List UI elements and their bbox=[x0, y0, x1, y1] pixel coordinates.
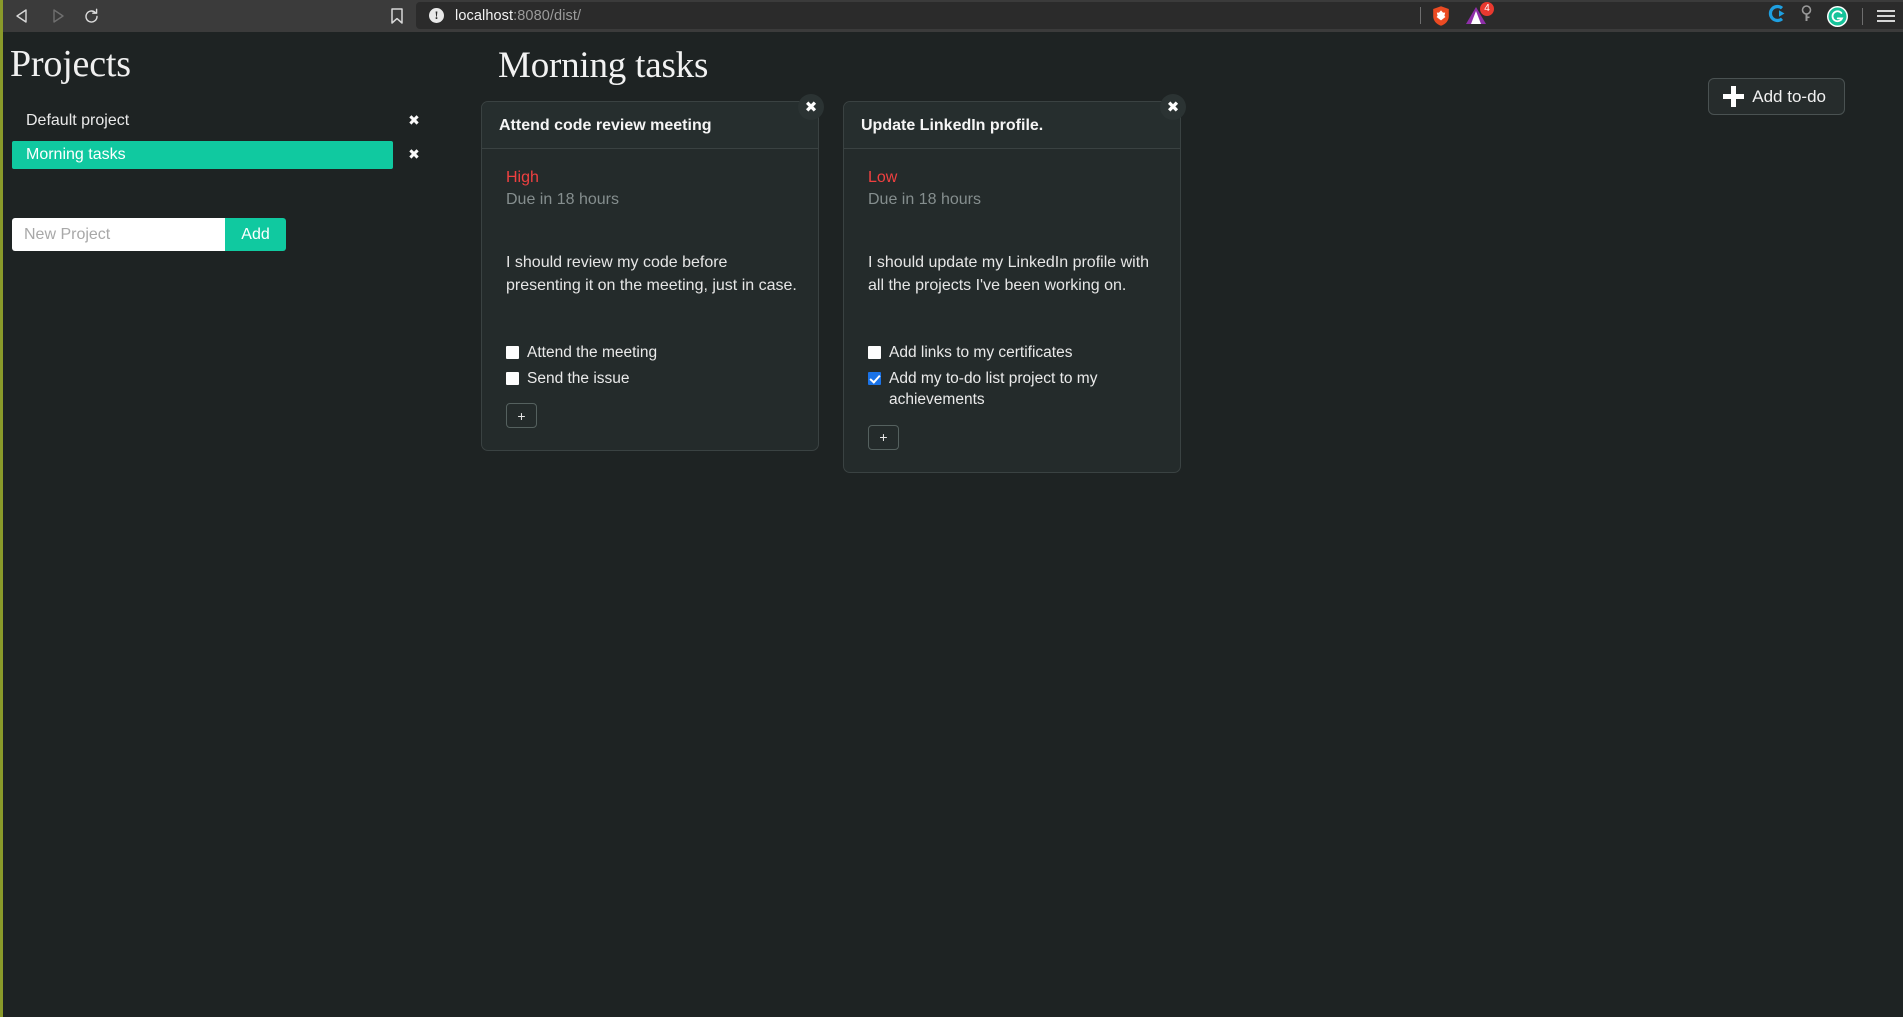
todo-title: Attend code review meeting bbox=[499, 117, 712, 134]
checklist-item[interactable]: Add my to-do list project to my achievem… bbox=[868, 368, 1160, 411]
checkbox-icon[interactable] bbox=[506, 345, 519, 359]
checkbox-icon[interactable] bbox=[506, 371, 519, 385]
todo-due: Due in 18 hours bbox=[868, 190, 981, 208]
projects-sidebar: Projects Default project ✖ Morning tasks… bbox=[0, 32, 470, 1017]
checklist-label: Add links to my certificates bbox=[889, 343, 1073, 361]
checklist-item[interactable]: Send the issue bbox=[506, 368, 798, 390]
back-button[interactable] bbox=[6, 0, 40, 32]
url-path: :8080/dist/ bbox=[513, 7, 582, 24]
chrome-right-actions bbox=[1767, 0, 1895, 32]
reload-icon bbox=[84, 8, 98, 23]
todo-priority: High bbox=[506, 169, 539, 187]
todo-description: I should update my LinkedIn profile with… bbox=[868, 254, 1150, 295]
todo-description: I should review my code before presentin… bbox=[506, 254, 797, 295]
delete-project-icon[interactable]: ✖ bbox=[401, 142, 427, 168]
todo-card-header: Update LinkedIn profile. ✖ bbox=[844, 94, 1186, 150]
menu-bar-3 bbox=[1877, 20, 1895, 22]
reload-button[interactable] bbox=[74, 0, 108, 32]
add-todo-button[interactable]: Add to-do bbox=[1708, 78, 1845, 115]
browser-nav-group bbox=[6, 0, 108, 32]
close-icon[interactable]: ✖ bbox=[798, 94, 824, 120]
todo-priority: Low bbox=[868, 169, 898, 187]
app-page: Projects Default project ✖ Morning tasks… bbox=[0, 32, 1903, 1017]
add-project-button[interactable]: Add bbox=[225, 218, 286, 251]
bookmark-button[interactable] bbox=[382, 0, 412, 32]
checklist-item[interactable]: Add links to my certificates bbox=[868, 342, 1160, 364]
todo-checklist: Add links to my certificates Add my to-d… bbox=[868, 342, 1160, 450]
project-row-default[interactable]: Default project ✖ bbox=[0, 104, 445, 138]
c-profile-icon bbox=[1768, 4, 1785, 23]
project-name-default[interactable]: Default project bbox=[12, 107, 393, 135]
menu-bar-1 bbox=[1877, 10, 1895, 12]
project-row-morning-tasks[interactable]: Morning tasks ✖ bbox=[0, 138, 445, 172]
checklist-label: Add my to-do list project to my achievem… bbox=[889, 369, 1098, 409]
forward-button[interactable] bbox=[40, 0, 74, 32]
menu-bar-2 bbox=[1877, 15, 1895, 17]
todo-card: Attend code review meeting ✖ High Due in… bbox=[481, 94, 824, 452]
c-profile-button[interactable] bbox=[1767, 4, 1786, 28]
url-host: localhost bbox=[455, 7, 514, 24]
todo-due: Due in 18 hours bbox=[506, 190, 619, 208]
browser-toolbar: ! localhost:8080/dist/ 4 bbox=[0, 0, 1903, 32]
checklist-label: Attend the meeting bbox=[527, 343, 658, 361]
delete-project-icon[interactable]: ✖ bbox=[401, 108, 427, 134]
extension-button[interactable]: 4 bbox=[1464, 1, 1494, 27]
forward-arrow-icon bbox=[53, 9, 64, 23]
back-arrow-icon bbox=[16, 9, 27, 23]
site-info-icon[interactable]: ! bbox=[429, 8, 444, 23]
add-checklist-item-button[interactable]: + bbox=[868, 424, 899, 450]
omnibox-actions: 4 bbox=[1420, 1, 1505, 29]
projects-heading: Projects bbox=[10, 43, 131, 85]
page-title: Morning tasks bbox=[498, 45, 709, 86]
checkbox-icon-checked[interactable] bbox=[868, 371, 881, 385]
todo-title: Update LinkedIn profile. bbox=[861, 117, 1044, 134]
grammarly-icon bbox=[1828, 7, 1847, 25]
key-button[interactable] bbox=[1800, 4, 1813, 28]
project-name-morning-tasks[interactable]: Morning tasks bbox=[12, 141, 393, 169]
chrome-divider bbox=[1862, 7, 1863, 25]
close-icon[interactable]: ✖ bbox=[1160, 94, 1186, 120]
checklist-label: Send the issue bbox=[527, 369, 630, 387]
project-list: Default project ✖ Morning tasks ✖ bbox=[0, 104, 445, 172]
todo-card-body: Low Due in 18 hours I should update my L… bbox=[844, 149, 1180, 472]
hamburger-menu-button[interactable] bbox=[1877, 7, 1895, 25]
checkbox-icon[interactable] bbox=[868, 345, 881, 359]
brave-shield-button[interactable] bbox=[1431, 5, 1451, 27]
todo-card: Update LinkedIn profile. ✖ Low Due in 18… bbox=[843, 94, 1186, 473]
new-project-form: Add bbox=[12, 218, 286, 251]
brave-shield-icon bbox=[1433, 5, 1449, 26]
extension-badge: 4 bbox=[1480, 1, 1494, 16]
focus-accent-bar bbox=[0, 0, 3, 32]
main-content: Morning tasks Add to-do Attend code revi… bbox=[470, 32, 1903, 1017]
add-checklist-item-button[interactable]: + bbox=[506, 403, 537, 429]
key-icon bbox=[1801, 4, 1812, 21]
todo-checklist: Attend the meeting Send the issue + bbox=[506, 342, 798, 429]
todo-card-deck: Attend code review meeting ✖ High Due in… bbox=[481, 94, 1186, 473]
checklist-item[interactable]: Attend the meeting bbox=[506, 342, 798, 364]
plus-icon bbox=[1723, 86, 1745, 107]
omnibox-divider bbox=[1420, 7, 1421, 24]
grammarly-button[interactable] bbox=[1827, 5, 1848, 27]
add-todo-label: Add to-do bbox=[1752, 86, 1826, 106]
new-project-input[interactable] bbox=[12, 218, 225, 251]
todo-card-body: High Due in 18 hours I should review my … bbox=[482, 149, 818, 450]
address-bar[interactable]: ! localhost:8080/dist/ bbox=[416, 2, 1903, 29]
bookmark-icon bbox=[391, 7, 403, 24]
todo-card-header: Attend code review meeting ✖ bbox=[482, 94, 824, 150]
url-text: localhost:8080/dist/ bbox=[455, 8, 581, 24]
